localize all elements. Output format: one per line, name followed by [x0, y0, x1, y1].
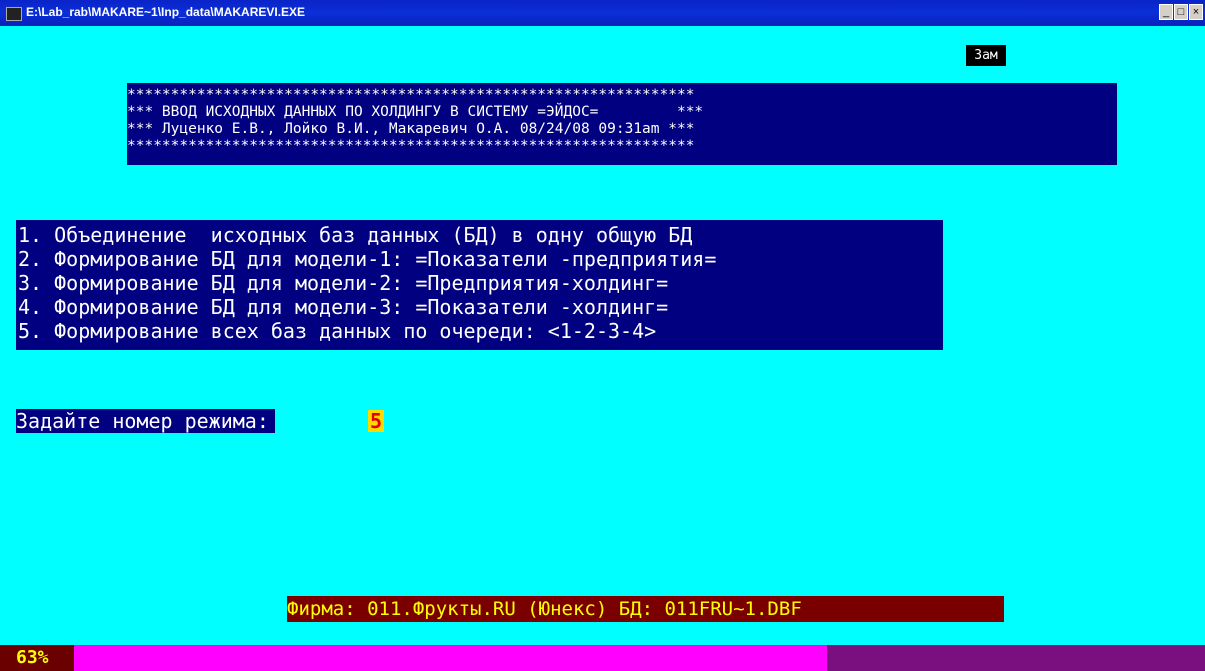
menu-item-3[interactable]: 3. Формирование БД для модели-2: =Предпр… [18, 271, 668, 295]
header-border-top: ****************************************… [127, 87, 695, 103]
menu-item-5[interactable]: 5. Формирование всех баз данных по очере… [18, 319, 656, 343]
menu-item-4[interactable]: 4. Формирование БД для модели-3: =Показа… [18, 295, 668, 319]
console-app-icon [6, 7, 22, 21]
mode-number-input[interactable]: 5 [368, 410, 384, 432]
header-title-line: *** ВВОД ИСХОДНЫХ ДАННЫХ ПО ХОЛДИНГУ В С… [127, 104, 704, 120]
header-authors-line: *** Луценко Е.В., Лойко В.И., Макаревич … [127, 121, 695, 137]
maximize-button[interactable]: □ [1174, 4, 1188, 20]
mode-prompt-label: Задайте номер режима: [16, 409, 275, 433]
close-button[interactable]: × [1189, 4, 1203, 20]
program-header: ****************************************… [127, 83, 1117, 165]
minimize-button[interactable]: _ [1159, 4, 1173, 20]
progress-bar: 63% [0, 645, 1205, 671]
menu-item-1[interactable]: 1. Объединение исходных баз данных (БД) … [18, 223, 692, 247]
insert-mode-indicator: Зам [966, 45, 1006, 66]
window-titlebar[interactable]: E:\Lab_rab\MAKARE~1\Inp_data\MAKAREVI.EX… [0, 0, 1205, 26]
header-border-bottom: ****************************************… [127, 138, 695, 154]
progress-percent: 63% [0, 645, 74, 671]
progress-bar-fill [0, 645, 828, 671]
menu-item-2[interactable]: 2. Формирование БД для модели-1: =Показа… [18, 247, 716, 271]
mode-menu: 1. Объединение исходных баз данных (БД) … [16, 220, 943, 350]
firm-status-line: Фирма: 011.Фрукты.RU (Юнекс) БД: 011FRU~… [287, 596, 1004, 622]
window-title: E:\Lab_rab\MAKARE~1\Inp_data\MAKAREVI.EX… [26, 5, 306, 19]
